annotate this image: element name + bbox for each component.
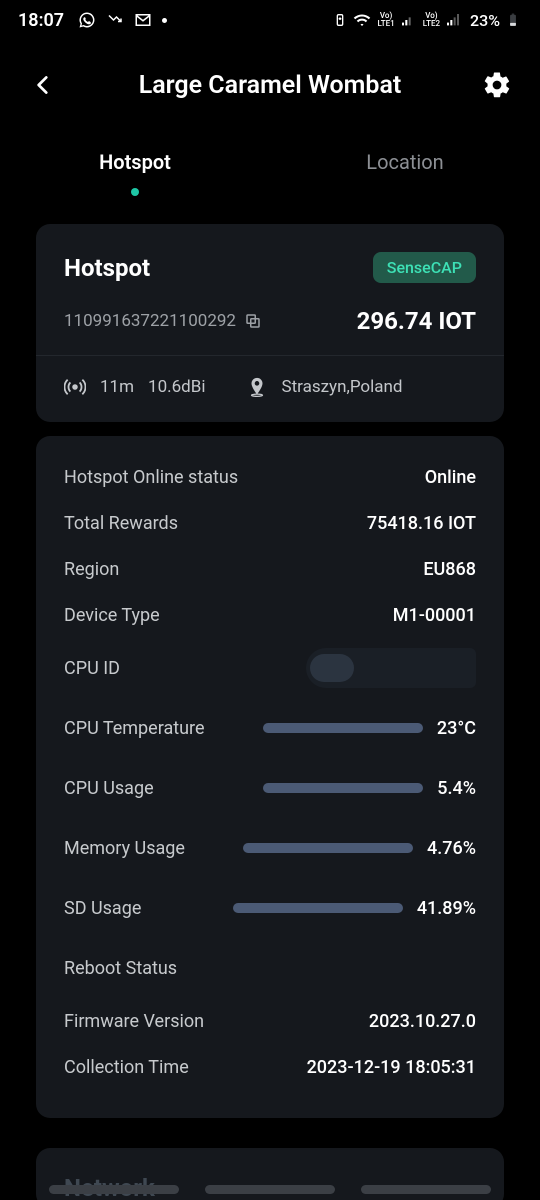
battery-percent: 23%: [470, 11, 500, 30]
value: 41.89%: [417, 898, 476, 919]
cpu-usage-bar: [263, 783, 423, 793]
tab-label: Hotspot: [99, 150, 171, 174]
tab-hotspot[interactable]: Hotspot: [0, 150, 270, 210]
android-gesture-bar: [0, 1185, 540, 1194]
row-collection-time: Collection Time 2023-12-19 18:05:31: [64, 1044, 476, 1090]
row-cpu-usage: CPU Usage 5.4%: [64, 758, 476, 818]
gmail-icon: [134, 11, 152, 29]
label: Reboot Status: [64, 958, 177, 979]
value: M1-00001: [393, 605, 476, 626]
row-device-type: Device Type M1-00001: [64, 592, 476, 638]
device-id-row: 110991637221100292: [64, 311, 262, 331]
hotspot-summary-card: Hotspot SenseCAP 110991637221100292 296.…: [36, 224, 504, 422]
row-reboot-status: Reboot Status: [64, 938, 476, 998]
row-cpu-temperature: CPU Temperature 23°C: [64, 698, 476, 758]
row-total-rewards: Total Rewards 75418.16 IOT: [64, 500, 476, 546]
back-button[interactable]: [18, 60, 68, 110]
elevation-value: 11m: [100, 377, 134, 397]
label: CPU Temperature: [64, 718, 205, 739]
antenna-icon: [64, 376, 86, 398]
tab-label: Location: [366, 150, 443, 174]
label: Hotspot Online status: [64, 467, 238, 488]
sim1-indicator: Vo) LTE1: [377, 12, 394, 28]
signal-2-icon: [444, 11, 462, 29]
whatsapp-icon: [78, 11, 96, 29]
tab-active-indicator: [131, 188, 139, 196]
page-title: Large Caramel Wombat: [0, 71, 540, 100]
battery-icon: [504, 11, 522, 29]
battery-saver-icon: [331, 11, 349, 29]
value: 23°C: [437, 718, 476, 739]
status-time: 18:07: [18, 10, 64, 31]
tab-bar: Hotspot Location: [0, 150, 540, 210]
app-header: Large Caramel Wombat: [0, 50, 540, 120]
settings-button[interactable]: [472, 60, 522, 110]
tab-location[interactable]: Location: [270, 150, 540, 210]
value: 2023.10.27.0: [369, 1011, 476, 1032]
gain-value: 10.6dBi: [148, 377, 205, 397]
copy-icon[interactable]: [244, 312, 262, 330]
value: 75418.16 IOT: [367, 513, 476, 534]
android-status-bar: 18:07 Vo) LTE1 Vo) LTE2: [0, 0, 540, 40]
label: Collection Time: [64, 1057, 189, 1078]
vendor-badge: SenseCAP: [373, 252, 476, 283]
cpu-temp-bar: [263, 723, 423, 733]
row-cpu-id: CPU ID: [64, 638, 476, 698]
signal-1-icon: [399, 11, 417, 29]
row-sd-usage: SD Usage 41.89%: [64, 878, 476, 938]
wifi-icon: [353, 11, 371, 29]
value: 4.76%: [427, 838, 476, 859]
label: SD Usage: [64, 898, 141, 919]
summary-title: Hotspot: [64, 254, 150, 282]
memory-usage-bar: [243, 843, 413, 853]
row-online-status: Hotspot Online status Online: [64, 454, 476, 500]
location-value: Straszyn,Poland: [282, 377, 403, 397]
balance-value: 296.74 IOT: [357, 307, 476, 335]
label: Memory Usage: [64, 838, 185, 859]
value: EU868: [423, 559, 476, 580]
device-id: 110991637221100292: [64, 311, 236, 331]
label: Total Rewards: [64, 513, 178, 534]
label: Device Type: [64, 605, 160, 626]
cpu-id-masked: [306, 648, 476, 688]
hotspot-details-card: Hotspot Online status Online Total Rewar…: [36, 436, 504, 1118]
label: Region: [64, 559, 119, 580]
more-notifications-dot: [162, 18, 167, 23]
value: 2023-12-19 18:05:31: [307, 1057, 476, 1078]
row-memory-usage: Memory Usage 4.76%: [64, 818, 476, 878]
location-pin-icon: [246, 376, 268, 398]
sd-usage-bar: [233, 903, 403, 913]
row-firmware-version: Firmware Version 2023.10.27.0: [64, 998, 476, 1044]
value: 5.4%: [437, 778, 476, 799]
value: Online: [425, 467, 476, 488]
sim2-indicator: Vo) LTE2: [423, 12, 440, 28]
label: CPU ID: [64, 658, 120, 679]
label: Firmware Version: [64, 1011, 204, 1032]
row-region: Region EU868: [64, 546, 476, 592]
missed-call-icon: [106, 11, 124, 29]
label: CPU Usage: [64, 778, 154, 799]
